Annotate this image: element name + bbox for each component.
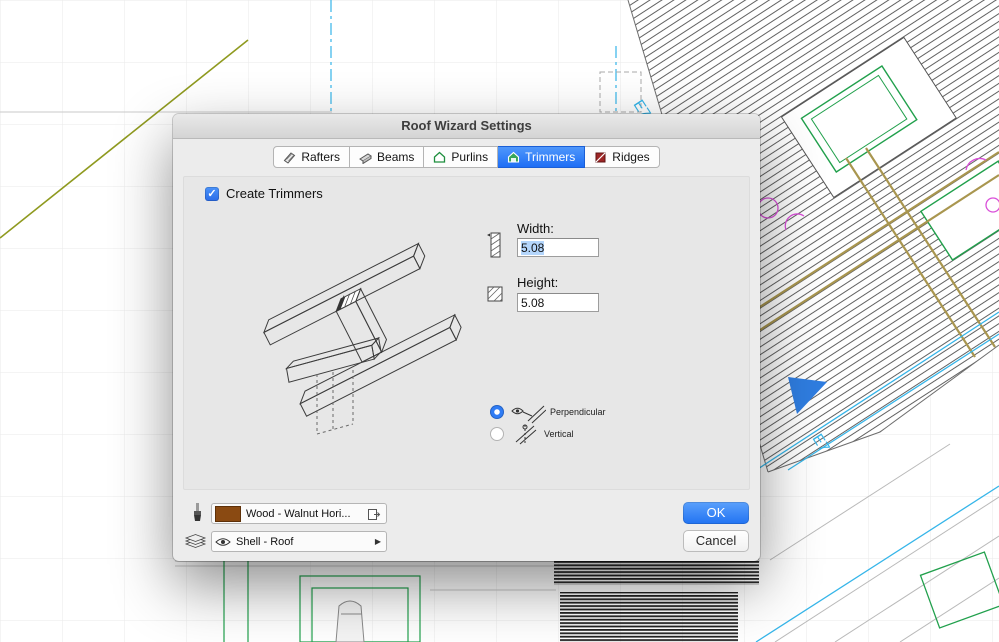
material-picker[interactable]: Wood - Walnut Hori...: [211, 503, 387, 524]
ridges-icon: [595, 152, 606, 162]
tab-label: Purlins: [451, 150, 489, 164]
tab-label: Beams: [377, 150, 415, 164]
tab-beams[interactable]: Beams: [350, 146, 425, 168]
perpendicular-radio[interactable]: [490, 405, 504, 419]
material-name: Wood - Walnut Hori...: [246, 507, 351, 520]
dialog-titlebar[interactable]: Roof Wizard Settings: [173, 114, 760, 139]
layer-name: Shell - Roof: [236, 535, 294, 548]
tab-label: Rafters: [301, 150, 341, 164]
vertical-radio[interactable]: [490, 427, 504, 441]
width-input[interactable]: 5.08: [517, 238, 599, 257]
tab-rafters[interactable]: Rafters: [273, 146, 351, 168]
trimmers-icon: [508, 151, 520, 163]
dialog-title: Roof Wizard Settings: [401, 118, 532, 133]
ok-button[interactable]: OK: [683, 502, 749, 524]
eye-icon: [215, 537, 231, 546]
fixture-symbol: [335, 600, 365, 642]
width-value: 5.08: [521, 240, 545, 255]
cad-canvas: E7 E7 Roof Wizard Settings Rafters Beams…: [0, 0, 999, 642]
vertical-option: Vertical: [490, 423, 574, 445]
perpendicular-option: Perpendicular: [490, 400, 606, 424]
tab-ridges[interactable]: Ridges: [585, 146, 660, 168]
create-trimmers-checkbox[interactable]: ✓: [205, 186, 219, 201]
width-label: Width:: [517, 221, 554, 236]
height-section-icon: [487, 286, 503, 302]
checkmark-icon: ✓: [207, 187, 217, 200]
cancel-button[interactable]: Cancel: [683, 530, 749, 552]
tab-bar: Rafters Beams Purlins Trimmers Ridges: [173, 146, 760, 168]
layer-picker[interactable]: Shell - Roof ▶: [211, 531, 387, 552]
material-transfer-icon: [368, 508, 381, 520]
joist-band-lower: [560, 592, 738, 642]
beams-icon: [359, 152, 372, 164]
tab-purlins[interactable]: Purlins: [424, 146, 499, 168]
purlins-icon: [434, 151, 446, 163]
vertical-label: Vertical: [544, 429, 574, 439]
paintbrush-icon: [194, 503, 201, 521]
height-value: 5.08: [521, 295, 545, 310]
rafters-icon: [284, 151, 296, 164]
roof-wizard-dialog: Roof Wizard Settings Rafters Beams Purli…: [173, 114, 760, 561]
create-trimmers-row: ✓ Create Trimmers: [205, 186, 323, 201]
trimmer-preview-drawing: [262, 242, 462, 435]
perpendicular-icon: [511, 405, 546, 424]
height-input[interactable]: 5.08: [517, 293, 599, 312]
tab-label: Trimmers: [525, 150, 576, 164]
create-trimmers-label: Create Trimmers: [226, 186, 323, 201]
tab-trimmers[interactable]: Trimmers: [498, 146, 586, 168]
material-swatch: [215, 505, 241, 522]
layers-icon: [184, 534, 207, 548]
width-section-icon: [487, 232, 501, 258]
height-label: Height:: [517, 275, 559, 290]
tab-label: Ridges: [612, 150, 650, 164]
layer-arrow-icon: ▶: [374, 537, 381, 546]
perpendicular-label: Perpendicular: [550, 407, 606, 417]
vertical-icon: [515, 424, 537, 445]
